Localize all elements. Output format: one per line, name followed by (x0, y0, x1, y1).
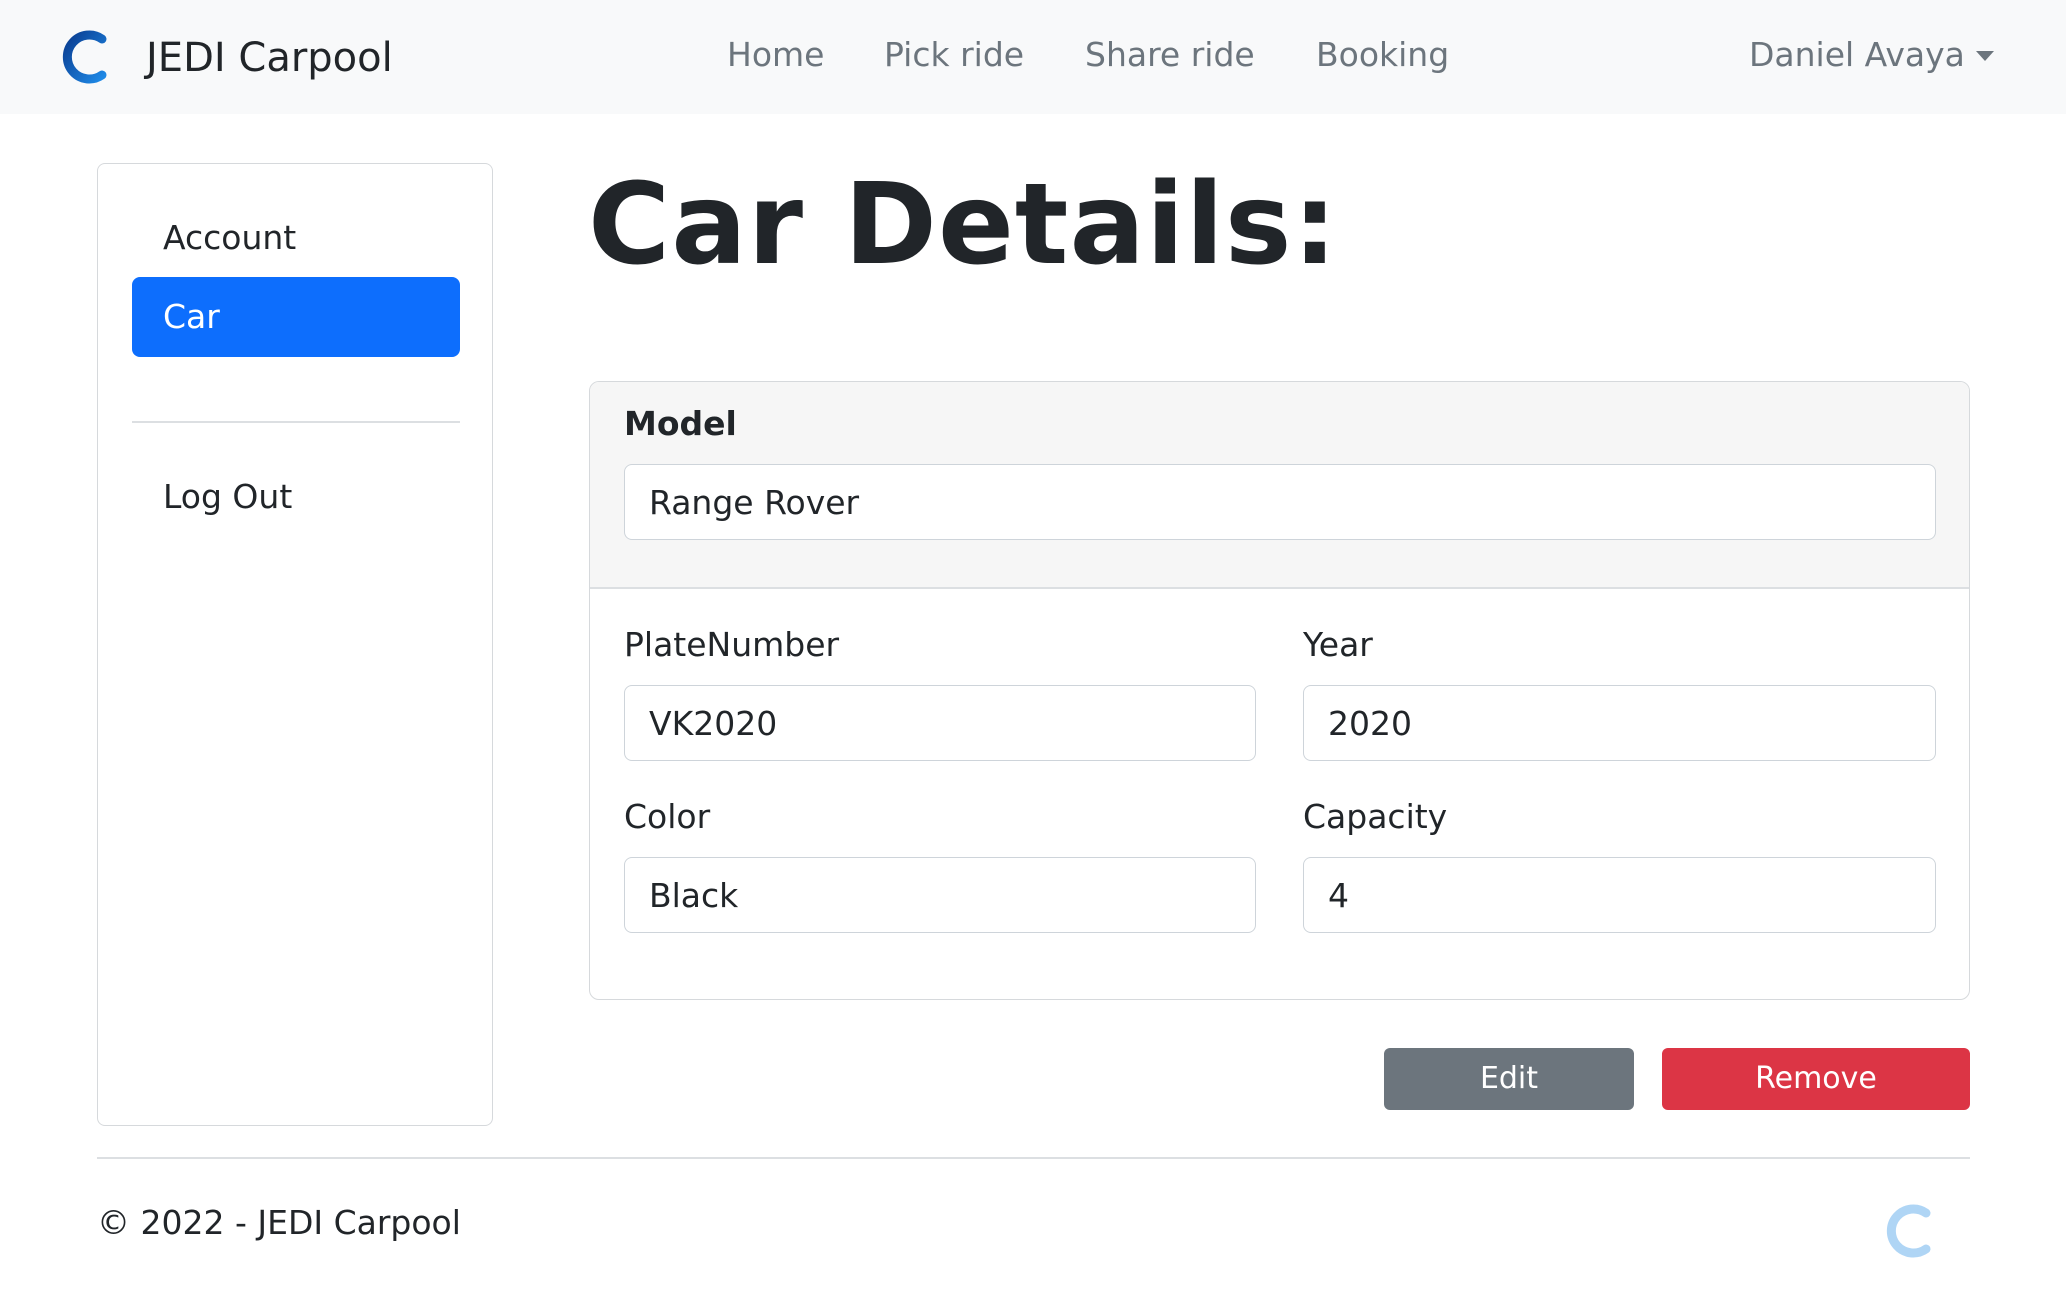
sidebar-divider (132, 421, 460, 423)
brand[interactable]: JEDI Carpool (62, 26, 393, 88)
user-menu-toggle[interactable]: Daniel Avaya (1749, 35, 1965, 74)
capacity-field[interactable] (1303, 857, 1936, 933)
card-header: Model (590, 382, 1969, 589)
sidebar: Account Car Log Out (97, 163, 493, 1126)
brand-name[interactable]: JEDI Carpool (146, 35, 393, 81)
capacity-label: Capacity (1303, 797, 1448, 836)
model-field[interactable] (624, 464, 1936, 540)
model-label: Model (624, 404, 737, 443)
remove-button[interactable]: Remove (1662, 1048, 1970, 1110)
year-field[interactable] (1303, 685, 1936, 761)
edit-button[interactable]: Edit (1384, 1048, 1634, 1110)
year-label: Year (1303, 625, 1373, 664)
nav-booking[interactable]: Booking (1316, 35, 1449, 74)
color-field[interactable] (624, 857, 1256, 933)
plate-number-label: PlateNumber (624, 625, 840, 664)
sidebar-item-car[interactable]: Car (132, 277, 460, 357)
page-title: Car Details: (588, 160, 1339, 290)
nav-home[interactable]: Home (727, 35, 824, 74)
car-details-card: Model PlateNumber Year Color Capacity (589, 381, 1970, 1000)
navbar: JEDI Carpool Home Pick ride Share ride B… (0, 0, 2066, 114)
nav-share-ride[interactable]: Share ride (1085, 35, 1255, 74)
chevron-down-icon[interactable] (1976, 51, 1994, 61)
footer-divider (97, 1157, 1970, 1159)
carpool-c-logo-icon (62, 30, 107, 84)
nav-pick-ride[interactable]: Pick ride (884, 35, 1024, 74)
sidebar-item-logout[interactable]: Log Out (132, 457, 460, 537)
carpool-c-logo-icon (1886, 1204, 1931, 1258)
footer-copyright: © 2022 - JEDI Carpool (97, 1203, 461, 1242)
color-label: Color (624, 797, 711, 836)
plate-number-field[interactable] (624, 685, 1256, 761)
sidebar-item-account[interactable]: Account (132, 198, 460, 278)
